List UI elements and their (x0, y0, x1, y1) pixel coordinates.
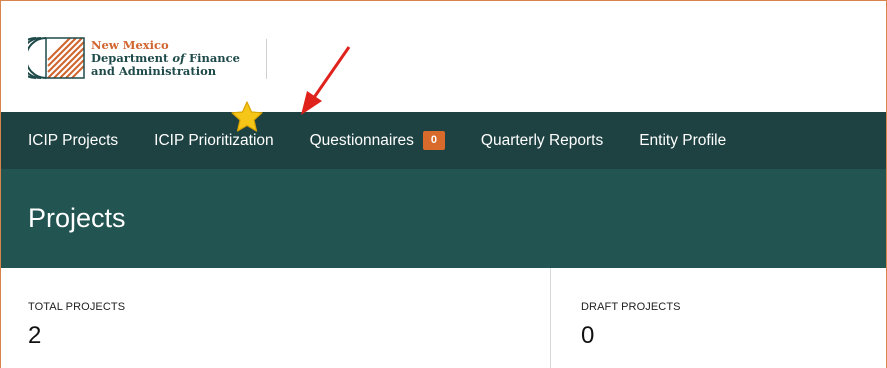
main-nav: ICIP Projects ICIP Prioritization Questi… (1, 112, 886, 169)
red-arrow-icon (301, 46, 351, 115)
nav-item-label: ICIP Projects (28, 131, 119, 149)
header-divider (266, 39, 267, 79)
logo-text: New Mexico Department of Finance and Adm… (91, 38, 240, 78)
nav-item-icip-prioritization[interactable]: ICIP Prioritization (154, 132, 273, 150)
stat-total-projects: TOTAL PROJECTS 2 (1, 268, 551, 368)
star-icon (231, 101, 263, 132)
stats-row: TOTAL PROJECTS 2 DRAFT PROJECTS 0 (1, 268, 886, 368)
app-window: New Mexico Department of Finance and Adm… (0, 0, 887, 368)
nav-item-label: Quarterly Reports (480, 131, 604, 149)
logo-line-2-suffix: Finance (184, 50, 240, 65)
nav-item-label: Questionnaires (309, 131, 414, 149)
stat-draft-projects: DRAFT PROJECTS 0 (551, 268, 681, 368)
nav-item-entity-profile[interactable]: Entity Profile (639, 132, 726, 150)
logo-line-2-italic: of (172, 50, 185, 65)
page-title-band: Projects (1, 169, 886, 268)
site-header: New Mexico Department of Finance and Adm… (1, 1, 886, 132)
nm-dfa-logo-icon (28, 37, 85, 79)
stat-value: 2 (28, 322, 42, 349)
nav-item-label: Entity Profile (639, 131, 727, 149)
nav-item-quarterly-reports[interactable]: Quarterly Reports (481, 132, 603, 150)
logo-line-3: and Administration (91, 63, 217, 78)
dfa-logo[interactable]: New Mexico Department of Finance and Adm… (28, 36, 240, 80)
nav-item-questionnaires[interactable]: Questionnaires 0 (310, 131, 445, 150)
nav-item-label: ICIP Prioritization (154, 131, 274, 149)
questionnaires-count-badge: 0 (422, 131, 445, 150)
stat-label: TOTAL PROJECTS (28, 301, 126, 313)
stat-value: 0 (581, 322, 595, 349)
page-title: Projects (28, 203, 126, 233)
logo-line-2-prefix: Department (91, 50, 173, 65)
nav-item-icip-projects[interactable]: ICIP Projects (28, 132, 118, 150)
stat-label: DRAFT PROJECTS (581, 301, 681, 313)
logo-line-2: Department of Finance (91, 50, 240, 65)
